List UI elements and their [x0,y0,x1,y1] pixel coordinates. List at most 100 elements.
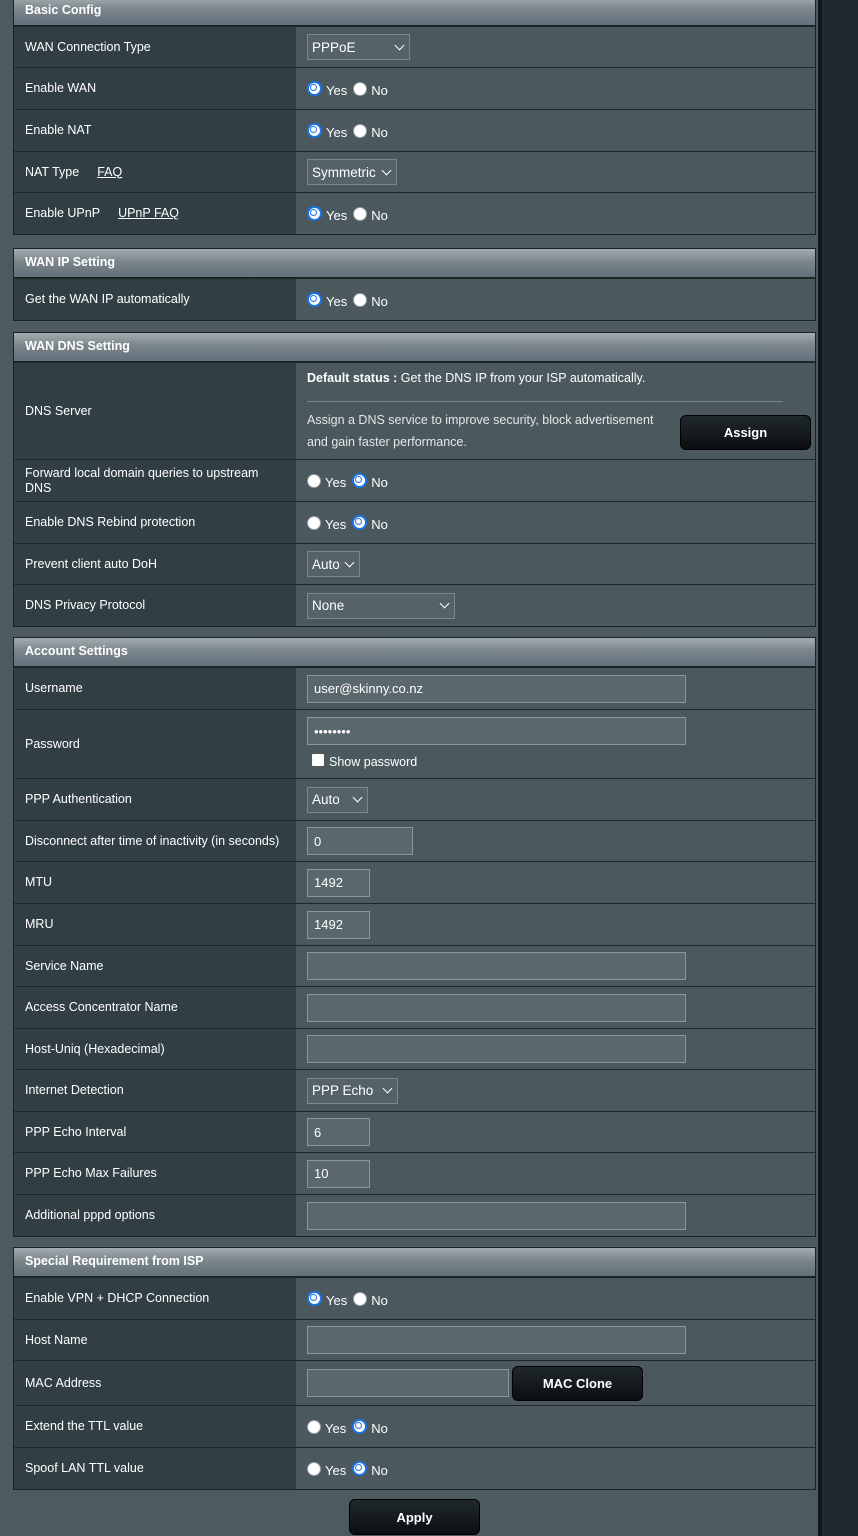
no-label: No [371,83,388,98]
username-input[interactable]: user@skinny.co.nz [307,674,686,703]
dns-rebind-no-radio[interactable] [352,515,368,530]
prevent-doh-select[interactable]: Auto [307,551,360,577]
vpn-dhcp-row: Enable VPN + DHCP Connection Yes No [14,1277,815,1319]
dns-rebind-yes-radio[interactable] [307,515,321,530]
echo-interval-row: PPP Echo Interval 6 [14,1111,815,1152]
echo-interval-label: PPP Echo Interval [14,1112,296,1152]
chevron-down-icon [381,165,392,175]
pppd-options-input[interactable] [307,1201,686,1230]
no-label: No [371,1421,388,1436]
enable-wan-label: Enable WAN [14,68,296,109]
left-margin [0,0,12,1536]
extend-ttl-yes-radio[interactable] [307,1419,321,1434]
nat-type-select[interactable]: Symmetric [307,159,397,185]
spoof-ttl-label: Spoof LAN TTL value [14,1448,296,1489]
enable-wan-no-radio[interactable] [353,81,368,96]
mru-input[interactable]: 1492 [307,910,370,939]
echo-max-failures-label: PPP Echo Max Failures [14,1153,296,1194]
echo-interval-input[interactable]: 6 [307,1118,370,1146]
yes-label: Yes [326,125,348,140]
host-uniq-row: Host-Uniq (Hexadecimal) [14,1028,815,1069]
service-name-row: Service Name [14,945,815,986]
dns-server-row: DNS Server Default status : Get the DNS … [14,362,815,459]
forward-dns-yes-radio[interactable] [307,473,321,488]
yes-label: Yes [326,1293,348,1308]
spoof-ttl-no-radio[interactable] [352,1461,368,1476]
extend-ttl-row: Extend the TTL value Yes No [14,1405,815,1447]
section-title: WAN IP Setting [14,249,815,278]
vpn-dhcp-yes-radio[interactable] [307,1291,322,1306]
chevron-down-icon [382,1083,393,1094]
account-settings-section: Account Settings Username user@skinny.co… [13,637,816,1237]
section-title: WAN DNS Setting [14,333,815,362]
mac-address-row: MAC Address MAC Clone [14,1360,815,1405]
no-label: No [371,517,388,532]
right-sidebar [822,0,858,1536]
host-name-input[interactable] [307,1326,686,1354]
basic-config-section: Basic Config WAN Connection Type PPPoE E… [13,0,816,235]
wan-connection-type-row: WAN Connection Type PPPoE [14,26,815,67]
mtu-input[interactable]: 1492 [307,868,370,897]
host-uniq-label: Host-Uniq (Hexadecimal) [14,1029,296,1069]
mru-row: MRU 1492 [14,903,815,945]
dns-privacy-row: DNS Privacy Protocol None [14,584,815,626]
prevent-doh-label: Prevent client auto DoH [14,544,296,584]
enable-upnp-no-radio[interactable] [353,206,368,221]
dns-rebind-row: Enable DNS Rebind protection Yes No [14,501,815,543]
enable-upnp-row: Enable UPnP UPnP FAQ Yes No [14,192,815,234]
wan-connection-type-select[interactable]: PPPoE [307,34,410,60]
idle-timeout-input[interactable]: 0 [307,827,413,855]
yes-label: Yes [325,475,347,490]
prevent-doh-row: Prevent client auto DoH Auto [14,543,815,584]
echo-max-failures-input[interactable]: 10 [307,1159,370,1188]
username-row: Username user@skinny.co.nz [14,667,815,709]
enable-wan-row: Enable WAN Yes No [14,67,815,109]
host-uniq-input[interactable] [307,1035,686,1063]
no-label: No [371,1293,388,1308]
password-label: Password [14,710,296,778]
mac-address-input[interactable] [307,1369,509,1397]
spoof-ttl-yes-radio[interactable] [307,1461,321,1476]
upnp-faq-link[interactable]: UPnP FAQ [118,206,179,221]
forward-dns-no-radio[interactable] [352,473,368,488]
nat-type-faq-link[interactable]: FAQ [97,165,122,180]
service-name-input[interactable] [307,952,686,980]
dns-privacy-select[interactable]: None [307,592,455,619]
ppp-auth-value: Auto [312,792,340,807]
chevron-down-icon [394,40,405,50]
wan-connection-type-label: WAN Connection Type [14,27,296,67]
enable-upnp-yes-radio[interactable] [307,206,322,221]
password-input[interactable]: •••••••• [307,717,686,745]
assign-button[interactable]: Assign [680,415,811,450]
enable-nat-no-radio[interactable] [353,123,368,138]
chevron-down-icon [344,557,355,567]
extend-ttl-no-radio[interactable] [352,1419,368,1434]
yes-label: Yes [326,208,348,223]
yes-label: Yes [325,1463,347,1478]
show-password-label: Show password [329,755,418,769]
enable-wan-yes-radio[interactable] [307,81,322,96]
enable-nat-label: Enable NAT [14,110,296,151]
enable-nat-row: Enable NAT Yes No [14,109,815,151]
access-concentrator-input[interactable] [307,993,686,1022]
section-title: Special Requirement from ISP [14,1248,815,1277]
section-title: Account Settings [14,638,815,667]
mtu-label: MTU [14,862,296,903]
internet-detection-value: PPP Echo [312,1083,374,1098]
internet-detection-select[interactable]: PPP Echo [307,1077,398,1104]
show-password-checkbox[interactable] [311,752,325,767]
wan-ip-auto-yes-radio[interactable] [307,292,322,307]
special-requirement-section: Special Requirement from ISP Enable VPN … [13,1247,816,1490]
enable-nat-yes-radio[interactable] [307,123,322,138]
mac-address-label: MAC Address [14,1361,296,1405]
ppp-auth-label: PPP Authentication [14,779,296,820]
mac-clone-button[interactable]: MAC Clone [512,1365,643,1401]
forward-dns-row: Forward local domain queries to upstream… [14,459,815,501]
wan-ip-auto-no-radio[interactable] [353,292,368,307]
vpn-dhcp-no-radio[interactable] [353,1291,368,1306]
apply-button[interactable]: Apply [349,1499,480,1535]
yes-label: Yes [326,294,348,309]
ppp-auth-select[interactable]: Auto [307,786,368,813]
internet-detection-row: Internet Detection PPP Echo [14,1069,815,1111]
default-status-text: Get the DNS IP from your ISP automatical… [397,371,646,385]
